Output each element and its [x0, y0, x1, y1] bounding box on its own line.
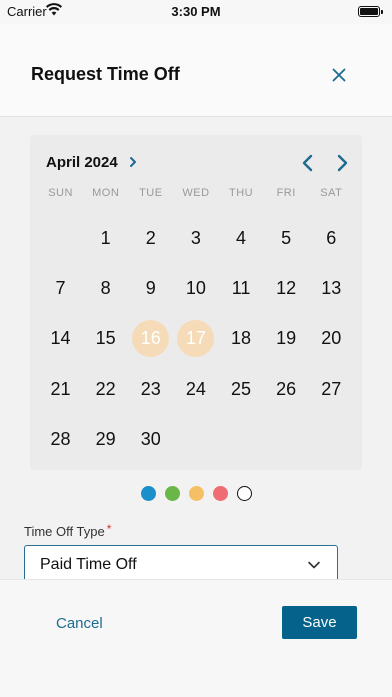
weekday-header: SUN MON TUE WED THU FRI SAT — [38, 187, 354, 201]
calendar-day-number: 21 — [50, 378, 71, 399]
calendar-day[interactable]: 12 — [264, 263, 309, 313]
calendar-day-number: 22 — [95, 378, 116, 399]
legend-dot — [212, 486, 228, 501]
legend-dot — [164, 486, 180, 501]
calendar-day[interactable]: 11 — [219, 263, 264, 313]
save-button[interactable]: Save — [282, 606, 357, 639]
calendar-day-number: 5 — [281, 227, 292, 248]
calendar-day-number: 4 — [236, 227, 247, 248]
calendar-day-number: 25 — [231, 378, 252, 399]
close-icon[interactable] — [328, 64, 350, 86]
legend-dot — [140, 486, 156, 501]
chevron-right-icon[interactable] — [127, 155, 139, 169]
calendar-day[interactable]: 10 — [173, 263, 218, 313]
calendar-day-number: 24 — [185, 378, 206, 399]
calendar-day-number: 30 — [140, 428, 161, 449]
calendar-day-number: 27 — [321, 378, 342, 399]
weekday-label: TUE — [139, 187, 163, 199]
calendar-day[interactable]: 21 — [38, 364, 83, 414]
calendar-day[interactable]: 26 — [264, 364, 309, 414]
calendar-day-number: 19 — [276, 328, 297, 349]
battery-icon — [358, 6, 383, 17]
month-label[interactable]: April 2024 — [46, 154, 118, 171]
calendar-day[interactable]: 5 — [264, 213, 309, 263]
cancel-button[interactable]: Cancel — [56, 615, 103, 632]
status-bar: Carrier 3:30 PM — [0, 0, 392, 24]
calendar-day[interactable]: 23 — [128, 364, 173, 414]
page-title: Request Time Off — [31, 64, 180, 84]
weekday-label: FRI — [276, 187, 296, 199]
calendar-day-selected[interactable]: 17 — [173, 314, 218, 364]
sheet-header: Request Time Off — [0, 24, 392, 117]
next-month-button[interactable] — [332, 153, 352, 173]
calendar-day[interactable]: 22 — [83, 364, 128, 414]
calendar-day[interactable]: 25 — [219, 364, 264, 414]
calendar-day[interactable]: 24 — [173, 364, 218, 414]
time-off-type-value: Paid Time Off — [40, 556, 137, 573]
calendar-day[interactable]: 8 — [83, 263, 128, 313]
weekday-label: THU — [229, 187, 254, 199]
legend-dot — [188, 486, 204, 501]
calendar-day[interactable]: 4 — [219, 213, 264, 263]
calendar-day-number: 10 — [185, 277, 206, 298]
weekday-label: WED — [182, 187, 210, 199]
calendar-day-number: 13 — [321, 277, 342, 298]
calendar-day-number: 3 — [190, 227, 201, 248]
calendar-day[interactable]: 15 — [83, 314, 128, 364]
calendar-day[interactable]: 29 — [83, 414, 128, 464]
status-time: 3:30 PM — [171, 4, 221, 19]
legend-dot — [236, 486, 252, 501]
calendar-day[interactable]: 19 — [264, 314, 309, 364]
calendar-day[interactable]: 30 — [128, 414, 173, 464]
chevron-down-icon — [308, 561, 320, 569]
calendar-day[interactable]: 18 — [219, 314, 264, 364]
calendar-day[interactable]: 1 — [83, 213, 128, 263]
calendar-day[interactable]: 9 — [128, 263, 173, 313]
calendar-day-number: 14 — [50, 328, 71, 349]
calendar-day-number: 18 — [231, 328, 252, 349]
weekday-label: MON — [92, 187, 120, 199]
calendar-day-number: 26 — [276, 378, 297, 399]
calendar-day-number: 16 — [132, 320, 170, 358]
calendar-day[interactable]: 13 — [309, 263, 354, 313]
calendar-day-number: 8 — [100, 277, 111, 298]
time-off-type-label: Time Off Type * — [24, 522, 112, 539]
calendar-day-number: 9 — [145, 277, 156, 298]
calendar-day-number: 23 — [140, 378, 161, 399]
calendar-day-number: 7 — [55, 277, 66, 298]
previous-month-button[interactable] — [298, 153, 318, 173]
calendar-day-grid: 1 2 3 4 5 6 7 8 9 10 11 12 13 14 15 16 17 18 19 20 21 22 23 24 2… — [38, 213, 354, 464]
calendar-day-number: 29 — [95, 428, 116, 449]
calendar-day-number: 12 — [276, 277, 297, 298]
required-marker: * — [106, 522, 112, 536]
calendar-day[interactable]: 7 — [38, 263, 83, 313]
calendar-day[interactable]: 27 — [309, 364, 354, 414]
legend — [0, 486, 392, 501]
calendar-day-selected[interactable]: 16 — [128, 314, 173, 364]
calendar-day-number: 17 — [177, 320, 215, 358]
calendar-day[interactable]: 28 — [38, 414, 83, 464]
calendar-day-number: 11 — [231, 277, 251, 298]
calendar-day-number: 6 — [326, 227, 337, 248]
weekday-label: SAT — [320, 187, 343, 199]
calendar-day-number: 2 — [145, 227, 156, 248]
calendar-day[interactable]: 20 — [309, 314, 354, 364]
calendar-day-number: 15 — [95, 328, 116, 349]
time-off-type-label-text: Time Off Type — [24, 524, 105, 539]
calendar-day[interactable]: 14 — [38, 314, 83, 364]
calendar-day-number: 20 — [321, 328, 342, 349]
calendar-day-number: 1 — [100, 227, 111, 248]
calendar-day[interactable]: 2 — [128, 213, 173, 263]
calendar-day[interactable]: 3 — [173, 213, 218, 263]
calendar-empty-cell — [38, 213, 83, 263]
calendar-day[interactable]: 6 — [309, 213, 354, 263]
weekday-label: SUN — [48, 187, 73, 199]
calendar-day-number: 28 — [50, 428, 71, 449]
